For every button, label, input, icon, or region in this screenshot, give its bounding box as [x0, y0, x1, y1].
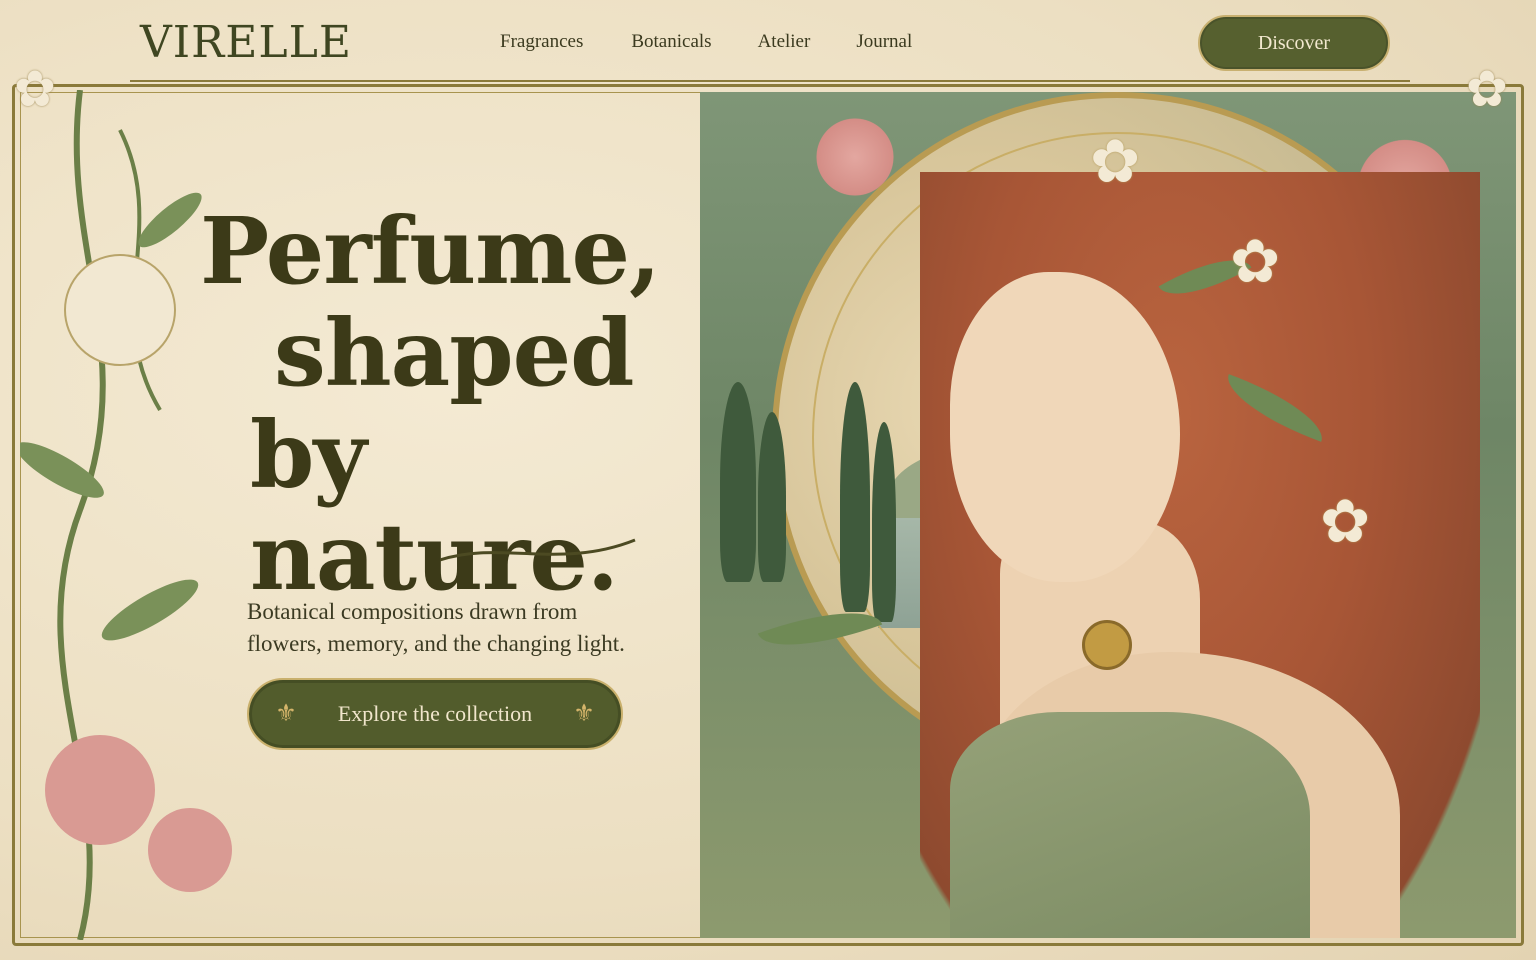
nav-item-fragrances[interactable]: Fragrances: [500, 28, 583, 56]
cta-label: Explore the collection: [337, 701, 533, 726]
brand-logo[interactable]: VIRELLE: [140, 10, 352, 76]
subtitle-line-1: Botanical compositions drawn from: [247, 599, 578, 624]
nav-item-journal[interactable]: Journal: [856, 28, 912, 56]
headline-flourish: [440, 538, 636, 562]
hero-page: ✿ ✿ ✿ ✿ ✿ VIRELLE Fragrances Botanicals …: [0, 0, 1536, 960]
discover-button[interactable]: Discover: [1198, 15, 1390, 71]
cypress-tree: [840, 382, 870, 612]
subtitle-line-2: flowers, memory, and the changing light.: [247, 631, 625, 656]
explore-collection-button[interactable]: ⚜ Explore the collection ⚜: [247, 678, 623, 750]
main-nav: Fragrances Botanicals Atelier Journal: [500, 28, 958, 56]
headline-line-2: shaped: [274, 299, 634, 407]
nav-item-atelier[interactable]: Atelier: [758, 28, 811, 56]
fleur-de-lis-icon: ⚜: [573, 701, 595, 727]
site-header: VIRELLE Fragrances Botanicals Atelier Jo…: [0, 0, 1536, 84]
cypress-tree: [872, 422, 896, 622]
woman-dress: [950, 712, 1310, 938]
hero-subtitle: Botanical compositions drawn from flower…: [247, 596, 707, 660]
fleur-de-lis-icon: ⚜: [275, 701, 297, 727]
headline-line-1: Perfume,: [200, 197, 661, 305]
cypress-tree: [758, 412, 786, 582]
header-divider: [130, 80, 1410, 82]
brooch: [1082, 620, 1132, 670]
lily-flower-icon: ✿: [1320, 487, 1371, 557]
lily-flower-icon: ✿: [1090, 127, 1141, 197]
hero-illustration: ✿ ✿ ✿: [700, 92, 1516, 938]
nav-item-botanicals[interactable]: Botanicals: [631, 28, 711, 56]
lily-flower-icon: ✿: [1230, 227, 1281, 297]
headline-line-3: by nature.: [250, 401, 619, 611]
